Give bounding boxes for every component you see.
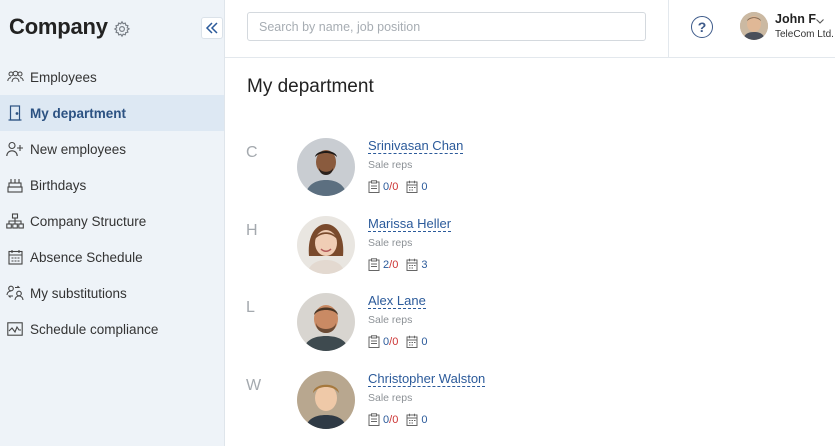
avatar[interactable] — [297, 138, 355, 196]
brand: Company — [9, 14, 131, 40]
calendar-icon — [406, 258, 418, 271]
person-add-icon — [6, 140, 24, 158]
avatar[interactable] — [297, 371, 355, 429]
sidebar-item-label: Schedule compliance — [30, 321, 159, 337]
substitution-icon — [6, 284, 24, 302]
group-letter: L — [246, 299, 255, 316]
sidebar-item-label: New employees — [30, 141, 127, 157]
tasks-overdue[interactable]: 0 — [392, 336, 398, 348]
sidebar-item-company-structure[interactable]: Company Structure — [0, 203, 224, 239]
avatar[interactable] — [297, 216, 355, 274]
main-content: My department C Srinivasan Chan Sale rep… — [225, 59, 835, 446]
double-chevron-left-icon — [205, 22, 218, 34]
calendar-icon — [6, 248, 24, 266]
user-name[interactable]: John F — [775, 12, 816, 26]
calendar-icon — [406, 180, 418, 193]
sidebar-title: Company — [9, 14, 108, 39]
group-letter: C — [246, 144, 258, 161]
sidebar-item-label: Employees — [30, 69, 97, 85]
user-company: TeleCom Ltd. — [775, 29, 834, 40]
employee-stats: 2/0 3 — [368, 258, 427, 271]
calendar-icon — [406, 413, 418, 426]
employee-position: Sale reps — [368, 314, 413, 326]
list-item: L Alex Lane Sale reps 0/0 0 — [225, 293, 835, 355]
employee-name-link[interactable]: Alex Lane — [368, 293, 426, 309]
list-item: C Srinivasan Chan Sale reps 0/0 0 — [225, 138, 835, 200]
sidebar-nav: Employees My department New employees Bi… — [0, 59, 224, 347]
org-chart-icon — [6, 212, 24, 230]
employee-name-link[interactable]: Christopher Walston — [368, 371, 486, 387]
sidebar-item-my-department[interactable]: My department — [0, 95, 224, 131]
employee-stats: 0/0 0 — [368, 413, 427, 426]
avatar[interactable] — [297, 293, 355, 351]
avatar[interactable] — [740, 12, 768, 40]
people-icon — [6, 68, 24, 86]
tasks-overdue[interactable]: 0 — [392, 181, 398, 193]
sidebar-item-new-employees[interactable]: New employees — [0, 131, 224, 167]
employee-position: Sale reps — [368, 392, 413, 404]
list-item: W Christopher Walston Sale reps 0/0 0 — [225, 371, 835, 433]
employee-name-link[interactable]: Marissa Heller — [368, 216, 452, 232]
employee-position: Sale reps — [368, 237, 413, 249]
top-bar: ? John F TeleCom Ltd. — [225, 0, 835, 58]
sidebar-item-employees[interactable]: Employees — [0, 59, 224, 95]
calendar-icon — [406, 335, 418, 348]
employee-name-link[interactable]: Srinivasan Chan — [368, 138, 464, 154]
tasks-overdue[interactable]: 0 — [392, 259, 398, 271]
sidebar-item-schedule-compliance[interactable]: Schedule compliance — [0, 311, 224, 347]
sidebar-item-label: Birthdays — [30, 177, 87, 193]
clipboard-icon — [368, 335, 380, 348]
events-count[interactable]: 0 — [421, 336, 427, 348]
employee-stats: 0/0 0 — [368, 180, 427, 193]
sidebar: Company Employees My department New empl… — [0, 0, 225, 446]
tasks-overdue[interactable]: 0 — [392, 414, 398, 426]
clipboard-icon — [368, 180, 380, 193]
group-letter: W — [246, 377, 262, 394]
list-item: H Marissa Heller Sale reps 2/0 3 — [225, 216, 835, 278]
events-count[interactable]: 0 — [421, 181, 427, 193]
chevron-down-icon[interactable] — [815, 13, 825, 24]
group-letter: H — [246, 222, 258, 239]
employee-stats: 0/0 0 — [368, 335, 427, 348]
clipboard-icon — [368, 413, 380, 426]
sidebar-item-label: My substitutions — [30, 285, 127, 301]
help-icon[interactable]: ? — [691, 16, 713, 38]
door-icon — [6, 104, 24, 122]
events-count[interactable]: 3 — [421, 259, 427, 271]
collapse-sidebar-button[interactable] — [201, 17, 223, 39]
page-title: My department — [247, 76, 374, 97]
sidebar-item-label: Absence Schedule — [30, 249, 143, 265]
sidebar-item-label: Company Structure — [30, 213, 147, 229]
sidebar-item-birthdays[interactable]: Birthdays — [0, 167, 224, 203]
chart-line-icon — [6, 320, 24, 338]
clipboard-icon — [368, 258, 380, 271]
employee-position: Sale reps — [368, 159, 413, 171]
sidebar-item-label: My department — [30, 105, 127, 121]
divider — [668, 0, 669, 58]
sidebar-item-absence-schedule[interactable]: Absence Schedule — [0, 239, 224, 275]
gear-icon[interactable] — [113, 20, 131, 38]
cake-icon — [6, 176, 24, 194]
sidebar-item-my-substitutions[interactable]: My substitutions — [0, 275, 224, 311]
search-input[interactable] — [247, 12, 646, 41]
events-count[interactable]: 0 — [421, 414, 427, 426]
